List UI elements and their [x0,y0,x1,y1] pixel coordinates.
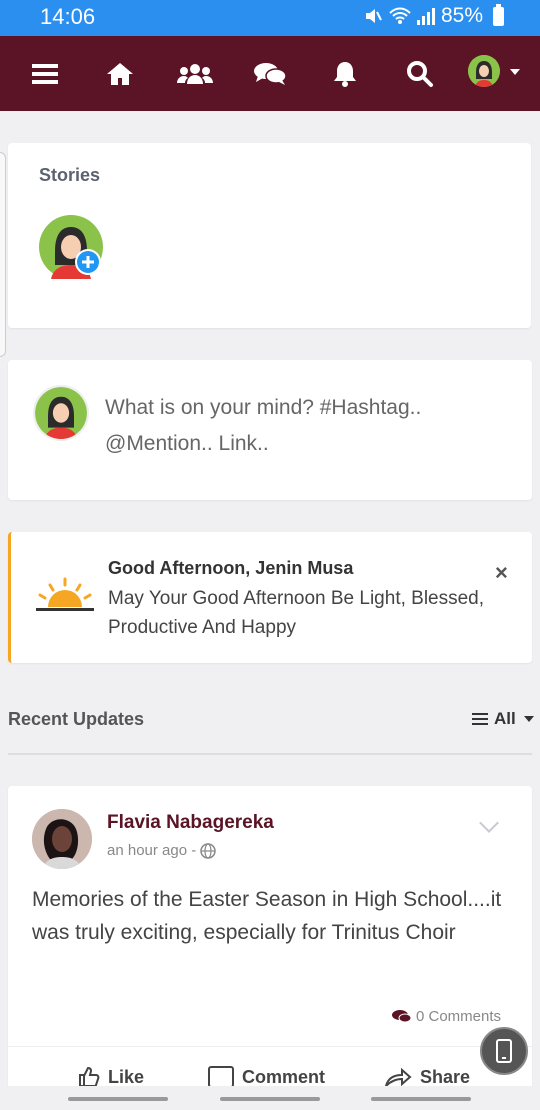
greeting-card: Good Afternoon, Jenin Musa May Your Good… [8,532,532,663]
comment-button[interactable]: Comment [208,1066,325,1088]
feed-filter-dropdown[interactable]: All [472,709,534,729]
share-button[interactable]: Share [384,1066,470,1088]
add-story-button[interactable] [75,249,101,275]
comments-count[interactable]: 0 Comments [392,1008,501,1025]
sunset-icon [36,577,94,611]
comments-icon [392,1009,412,1022]
post-options-chevron[interactable] [479,813,499,833]
post-author[interactable]: Flavia Nabagereka [107,812,274,834]
post-composer[interactable]: What is on your mind? #Hashtag.. @Mentio… [8,360,532,500]
plus-icon [77,251,99,273]
post-body: Memories of the Easter Season in High Sc… [32,888,502,944]
post-time: an hour ago - [107,842,197,859]
comment-label: Comment [242,1066,326,1087]
top-navbar [0,36,540,111]
stories-card: Stories [8,143,531,328]
system-gesture-bar [0,1086,540,1110]
composer-avatar [33,385,89,441]
divider [8,753,532,755]
divider [8,1046,532,1047]
globe-icon [200,842,216,859]
post-card: Flavia Nabagereka an hour ago - Memories… [8,786,532,1106]
comments-count-label: 0 Comments [416,1008,502,1025]
greeting-message: May Your Good Afternoon Be Light, Blesse… [108,588,485,638]
gesture-back[interactable] [371,1097,471,1101]
status-icons [363,6,435,26]
thumbs-up-icon [79,1066,100,1087]
composer-input[interactable]: What is on your mind? #Hashtag.. @Mentio… [105,390,505,462]
status-time: 14:06 [40,4,96,29]
like-label: Like [108,1066,145,1087]
stories-title: Stories [39,165,101,185]
notifications-icon[interactable] [325,54,365,94]
phone-icon [496,1039,512,1063]
share-icon [384,1067,412,1088]
greeting-title: Good Afternoon, Jenin Musa [108,558,354,578]
home-icon[interactable] [100,54,140,94]
friends-icon[interactable] [175,54,215,94]
like-button[interactable]: Like [78,1066,144,1088]
side-drawer-handle[interactable] [0,152,6,357]
search-icon[interactable] [400,54,440,94]
status-right: 85% [363,3,504,28]
wifi-icon [389,7,411,24]
floating-phone-button[interactable] [480,1027,528,1075]
menu-icon[interactable] [25,54,65,94]
chevron-down-icon [523,716,534,722]
comment-icon [208,1066,234,1088]
gesture-recent[interactable] [68,1097,168,1101]
author-avatar[interactable] [32,809,92,869]
mute-icon [365,9,382,23]
battery-percent: 85% [440,4,483,27]
gesture-home[interactable] [220,1097,320,1101]
messages-icon[interactable] [250,54,290,94]
close-icon[interactable]: × [495,560,508,586]
feed-filter-label: All [494,709,516,728]
recent-updates-title: Recent Updates [8,709,145,729]
profile-avatar[interactable] [468,55,500,87]
post-meta: an hour ago - [107,842,216,859]
profile-dropdown-caret[interactable] [510,69,520,75]
battery-icon [493,3,504,26]
list-icon [472,713,488,725]
signal-icon [416,8,435,25]
status-bar: 14:06 85% [0,0,540,36]
share-label: Share [420,1066,471,1087]
